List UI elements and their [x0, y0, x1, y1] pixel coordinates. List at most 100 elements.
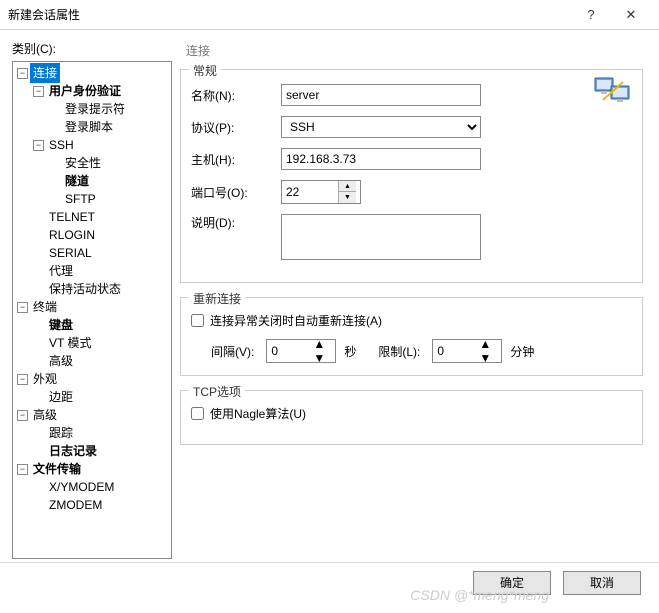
host-label: 主机(H):	[191, 151, 281, 168]
tree-toggle-icon[interactable]: −	[33, 86, 44, 97]
tree-item[interactable]: 代理	[13, 262, 171, 280]
tree-item-label[interactable]: ZMODEM	[46, 495, 105, 515]
group-reconnect: 重新连接 连接异常关闭时自动重新连接(A) 间隔(V): ▲▼ 秒 限制(L):…	[180, 297, 643, 376]
interval-input[interactable]	[267, 341, 313, 361]
tree-item-label[interactable]: 高级	[30, 405, 60, 425]
tree-item[interactable]: RLOGIN	[13, 226, 171, 244]
cancel-button[interactable]: 取消	[563, 571, 641, 595]
tree-item[interactable]: ZMODEM	[13, 496, 171, 514]
tree-item-label[interactable]: X/YMODEM	[46, 477, 117, 497]
tree-toggle-icon[interactable]: −	[17, 410, 28, 421]
nagle-label: 使用Nagle算法(U)	[210, 405, 306, 422]
tree-item[interactable]: 跟踪	[13, 424, 171, 442]
tree-item[interactable]: 保持活动状态	[13, 280, 171, 298]
tree-item-label[interactable]: 文件传输	[30, 459, 84, 479]
tree-item-label[interactable]: TELNET	[46, 207, 98, 227]
dialog-footer: CSDN @*meng*meng 确定 取消	[0, 562, 659, 602]
tree-item-label[interactable]: 连接	[30, 63, 60, 83]
limit-up[interactable]: ▲	[479, 337, 491, 351]
legend-reconnect: 重新连接	[189, 290, 245, 307]
interval-up[interactable]: ▲	[313, 337, 325, 351]
category-tree[interactable]: −连接−用户身份验证登录提示符登录脚本−SSH安全性隧道SFTPTELNETRL…	[12, 61, 172, 559]
limit-label: 限制(L):	[378, 343, 420, 360]
desc-textarea[interactable]	[281, 214, 481, 260]
tree-item-label[interactable]: VT 模式	[46, 333, 94, 353]
tree-item-label[interactable]: 隧道	[62, 171, 92, 191]
close-button[interactable]: ✕	[611, 0, 651, 30]
tree-item-label[interactable]: SSH	[46, 135, 77, 155]
protocol-select[interactable]: SSH	[281, 116, 481, 138]
panel-heading: 连接	[186, 42, 647, 59]
group-general: 常规 名称(N): 协议(P): SSH 主机(H): 端口号(O): ▲▼	[180, 69, 643, 283]
tree-item[interactable]: −外观	[13, 370, 171, 388]
ok-button[interactable]: 确定	[473, 571, 551, 595]
tree-item-label[interactable]: 键盘	[46, 315, 76, 335]
tree-item-label[interactable]: SFTP	[62, 189, 99, 209]
interval-label: 间隔(V):	[211, 343, 254, 360]
tree-item-label[interactable]: 终端	[30, 297, 60, 317]
port-stepper[interactable]: ▲▼	[281, 180, 361, 204]
tree-toggle-icon[interactable]: −	[17, 464, 28, 475]
tree-item[interactable]: −高级	[13, 406, 171, 424]
tree-item[interactable]: 安全性	[13, 154, 171, 172]
tree-item[interactable]: 登录提示符	[13, 100, 171, 118]
tree-item-label[interactable]: 登录提示符	[62, 99, 128, 119]
limit-down[interactable]: ▼	[479, 351, 491, 365]
tree-toggle-icon[interactable]: −	[17, 374, 28, 385]
tree-item[interactable]: −SSH	[13, 136, 171, 154]
nagle-checkbox[interactable]	[191, 407, 204, 420]
host-input[interactable]	[281, 148, 481, 170]
tree-item[interactable]: SFTP	[13, 190, 171, 208]
interval-stepper[interactable]: ▲▼	[266, 339, 336, 363]
tree-toggle-icon[interactable]: −	[33, 140, 44, 151]
tree-item-label[interactable]: SERIAL	[46, 243, 95, 263]
interval-down[interactable]: ▼	[313, 351, 325, 365]
limit-input[interactable]	[433, 341, 479, 361]
tree-item-label[interactable]: 保持活动状态	[46, 279, 124, 299]
tree-item[interactable]: −连接	[13, 64, 171, 82]
limit-stepper[interactable]: ▲▼	[432, 339, 502, 363]
legend-tcp: TCP选项	[189, 383, 245, 400]
tree-item[interactable]: TELNET	[13, 208, 171, 226]
titlebar: 新建会话属性 ? ✕	[0, 0, 659, 30]
tree-item[interactable]: X/YMODEM	[13, 478, 171, 496]
tree-item[interactable]: VT 模式	[13, 334, 171, 352]
name-label: 名称(N):	[191, 87, 281, 104]
name-input[interactable]	[281, 84, 481, 106]
minutes-label: 分钟	[510, 343, 534, 360]
tree-toggle-icon[interactable]: −	[17, 68, 28, 79]
port-down[interactable]: ▼	[339, 192, 356, 203]
window-title: 新建会话属性	[8, 6, 571, 23]
group-tcp: TCP选项 使用Nagle算法(U)	[180, 390, 643, 445]
tree-item-label[interactable]: 安全性	[62, 153, 104, 173]
tree-item[interactable]: 登录脚本	[13, 118, 171, 136]
tree-item[interactable]: −终端	[13, 298, 171, 316]
tree-item-label[interactable]: 跟踪	[46, 423, 76, 443]
tree-item-label[interactable]: 外观	[30, 369, 60, 389]
tree-item-label[interactable]: 边距	[46, 387, 76, 407]
tree-item[interactable]: 边距	[13, 388, 171, 406]
tree-item[interactable]: 隧道	[13, 172, 171, 190]
port-input[interactable]	[282, 182, 338, 202]
tree-item-label[interactable]: RLOGIN	[46, 225, 98, 245]
tree-item[interactable]: −用户身份验证	[13, 82, 171, 100]
tree-item[interactable]: −文件传输	[13, 460, 171, 478]
tree-item-label[interactable]: 用户身份验证	[46, 81, 124, 101]
port-up[interactable]: ▲	[339, 181, 356, 192]
tree-item-label[interactable]: 高级	[46, 351, 76, 371]
tree-item-label[interactable]: 登录脚本	[62, 117, 116, 137]
tree-toggle-icon[interactable]: −	[17, 302, 28, 313]
help-button[interactable]: ?	[571, 0, 611, 30]
tree-item[interactable]: 日志记录	[13, 442, 171, 460]
seconds-label: 秒	[344, 343, 356, 360]
tree-item-label[interactable]: 日志记录	[46, 441, 100, 461]
tree-item[interactable]: SERIAL	[13, 244, 171, 262]
tree-item-label[interactable]: 代理	[46, 261, 76, 281]
auto-reconnect-checkbox[interactable]	[191, 314, 204, 327]
tree-item[interactable]: 高级	[13, 352, 171, 370]
auto-reconnect-label: 连接异常关闭时自动重新连接(A)	[210, 312, 382, 329]
port-label: 端口号(O):	[191, 184, 281, 201]
tree-item[interactable]: 键盘	[13, 316, 171, 334]
desc-label: 说明(D):	[191, 214, 281, 231]
protocol-label: 协议(P):	[191, 119, 281, 136]
